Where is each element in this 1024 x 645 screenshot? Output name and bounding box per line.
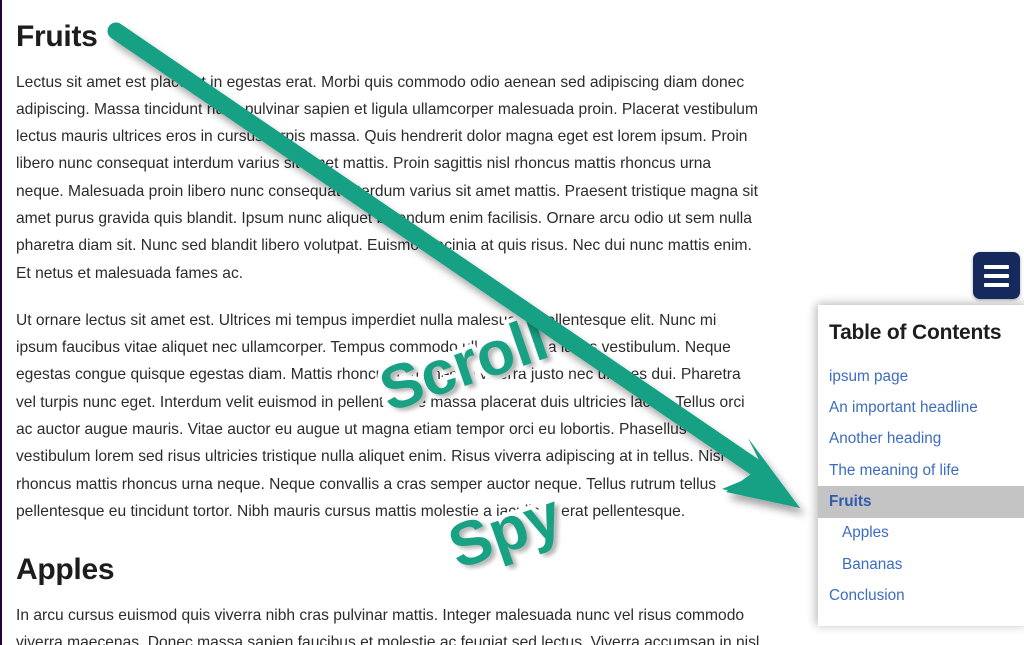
hamburger-icon-bar [984, 273, 1009, 278]
toc-link-fruits[interactable]: Fruits [818, 486, 1024, 518]
hamburger-icon-bar [984, 264, 1009, 269]
paragraph: Ut ornare lectus sit amet est. Ultrices … [16, 311, 745, 520]
toc-link-ipsum-page[interactable]: ipsum page [818, 361, 1024, 392]
paragraph: In arcu cursus euismod quis viverra nibh… [16, 606, 760, 645]
viewport-left-border [0, 0, 2, 645]
toc-link-conclusion[interactable]: Conclusion [818, 580, 1024, 611]
article-content: Fruits Lectus sit amet est placerat in e… [0, 0, 790, 645]
table-of-contents-panel: Table of Contents ipsum page An important… [818, 305, 1024, 626]
menu-toggle-button[interactable] [973, 252, 1020, 299]
section-heading-apples: Apples [16, 553, 115, 587]
toc-link-the-meaning-of-life[interactable]: The meaning of life [818, 455, 1024, 486]
hamburger-icon-bar [984, 282, 1009, 287]
paragraph: Lectus sit amet est placerat in egestas … [16, 73, 758, 282]
toc-link-an-important-headline[interactable]: An important headline [818, 392, 1024, 423]
section-heading-fruits: Fruits [16, 20, 98, 53]
page-viewport: Fruits Lectus sit amet est placerat in e… [0, 0, 1024, 645]
toc-title: Table of Contents [829, 321, 1002, 344]
toc-list: ipsum page An important headline Another h… [818, 361, 1024, 612]
toc-link-apples[interactable]: Apples [818, 518, 1024, 549]
toc-link-bananas[interactable]: Bananas [818, 549, 1024, 580]
toc-link-another-heading[interactable]: Another heading [818, 424, 1024, 455]
